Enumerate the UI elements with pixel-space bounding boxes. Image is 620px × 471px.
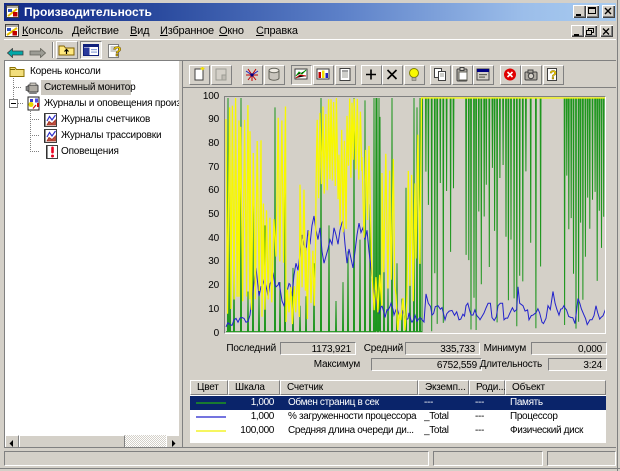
svg-text:?: ? <box>113 43 122 59</box>
svg-text:?: ? <box>550 68 557 82</box>
